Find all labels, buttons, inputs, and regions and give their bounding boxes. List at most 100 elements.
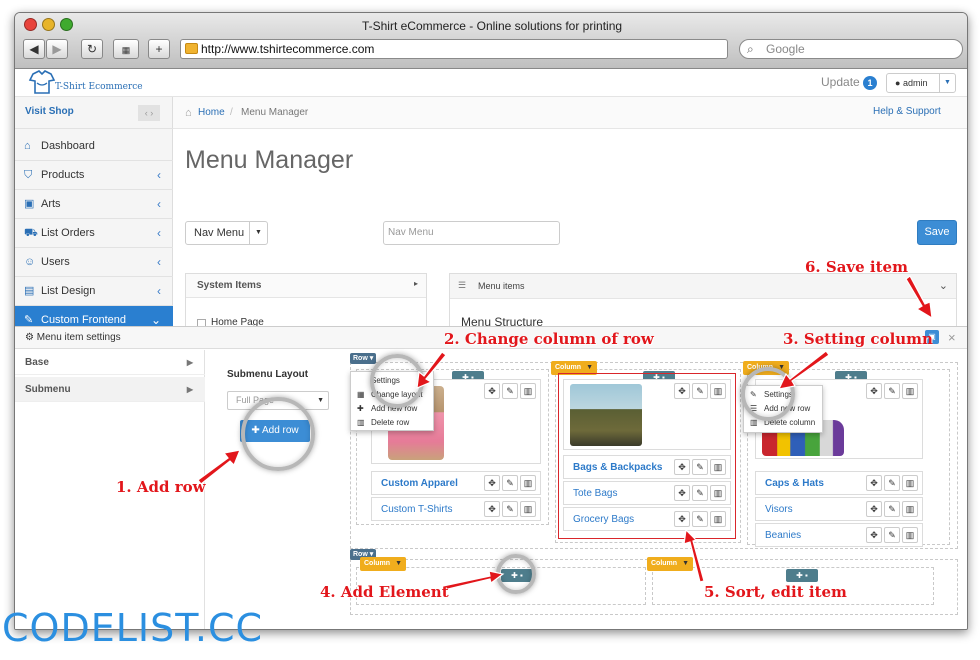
edit-icon[interactable]: ✎ (502, 383, 518, 399)
trash-icon[interactable]: ▥ (710, 511, 726, 527)
move-icon[interactable]: ✥ (484, 475, 500, 491)
users-icon: ☺ (24, 256, 36, 268)
menu-name-input[interactable]: Nav Menu (383, 221, 560, 245)
sidebar-collapse-toggle[interactable]: ‹ › (138, 105, 160, 121)
move-icon[interactable]: ✥ (484, 501, 500, 517)
update-link[interactable]: Update 1 (821, 75, 878, 90)
page-title: Menu Manager (185, 146, 354, 174)
menu-items-header[interactable]: ☰ Menu items ⌄ (450, 274, 956, 299)
column-label: Column (555, 364, 582, 371)
sidebar-item-products[interactable]: ⛉ Products ‹ (15, 161, 173, 190)
move-icon[interactable]: ✥ (674, 459, 690, 475)
user-icon: ● (895, 78, 901, 88)
edit-icon[interactable]: ✎ (884, 527, 900, 543)
highlight-circle (496, 554, 536, 594)
user-menu-button[interactable]: ● admin ▼ (886, 73, 956, 93)
help-support-link[interactable]: Help & Support (873, 106, 941, 117)
save-menu-button[interactable]: Save (917, 220, 957, 245)
user-name: admin (902, 78, 928, 88)
caret-down-icon: ▼ (682, 560, 689, 567)
list-item[interactable]: Grocery Bags ✥ ✎ ▥ (563, 507, 731, 531)
sidebar-item-list-orders[interactable]: ⛟ List Orders ‹ (15, 219, 173, 248)
item-tools: ✥ ✎ ▥ (672, 485, 726, 501)
caret-down-icon: ▼ (395, 560, 402, 567)
move-icon[interactable]: ✥ (674, 511, 690, 527)
trash-icon[interactable]: ▥ (520, 383, 536, 399)
annotation-add-element: 4. Add Element (320, 583, 449, 601)
back-button[interactable]: ◀ (23, 39, 45, 59)
item-label: Custom T-Shirts (381, 504, 453, 515)
list-item[interactable]: Tote Bags ✥ ✎ ▥ (563, 481, 731, 505)
list-item[interactable]: Caps & Hats ✥ ✎ ▥ (755, 471, 923, 495)
bookmarks-button[interactable]: ▦ (113, 39, 139, 59)
browser-titlebar: T-Shirt eCommerce - Online solutions for… (15, 13, 967, 69)
move-icon[interactable]: ✥ (866, 527, 882, 543)
sidebar-item-list-design[interactable]: ▤ List Design ‹ (15, 277, 173, 306)
trash-icon[interactable]: ▥ (902, 475, 918, 491)
trash-icon[interactable]: ▥ (710, 459, 726, 475)
trash-icon[interactable]: ▥ (520, 501, 536, 517)
trash-icon[interactable]: ▥ (710, 383, 726, 399)
list-item[interactable]: Bags & Backpacks ✥ ✎ ▥ (563, 455, 731, 479)
new-tab-button[interactable]: + (148, 39, 170, 59)
section-base[interactable]: Base ▶ (15, 350, 205, 375)
sidebar-item-users[interactable]: ☺ Users ‹ (15, 248, 173, 277)
edit-icon[interactable]: ✎ (884, 383, 900, 399)
sidebar-item-arts[interactable]: ▣ Arts ‹ (15, 190, 173, 219)
close-modal-button[interactable]: × (948, 327, 956, 348)
sidebar-item-dashboard[interactable]: ⌂ Dashboard (15, 132, 173, 161)
trash-icon[interactable]: ▥ (520, 475, 536, 491)
highlight-circle (741, 367, 795, 421)
list-icon: ☰ (458, 280, 467, 290)
edit-icon[interactable]: ✎ (692, 511, 708, 527)
row-2-column-1-label[interactable]: Column ▼ (360, 557, 406, 571)
sidebar-item-label: List Orders (41, 227, 95, 239)
move-icon[interactable]: ✥ (674, 485, 690, 501)
breadcrumb-separator: / (230, 107, 233, 118)
section-submenu[interactable]: Submenu ▶ (15, 377, 205, 402)
edit-icon[interactable]: ✎ (692, 383, 708, 399)
list-item[interactable]: Custom Apparel ✥ ✎ ▥ (371, 471, 541, 495)
browser-search-field[interactable]: ⌕ Google (739, 39, 963, 59)
trash-icon[interactable]: ▥ (902, 527, 918, 543)
row-2-column-2-label[interactable]: Column ▼ (647, 557, 693, 571)
trash-icon[interactable]: ▥ (902, 383, 918, 399)
reload-button[interactable]: ↻ (81, 39, 103, 59)
address-bar[interactable]: http://www.tshirtecommerce.com (180, 39, 728, 59)
breadcrumb-home[interactable]: Home (198, 107, 225, 118)
edit-icon[interactable]: ✎ (884, 501, 900, 517)
visit-shop-link[interactable]: Visit Shop (25, 106, 74, 117)
forward-button[interactable]: ▶ (46, 39, 68, 59)
system-items-title[interactable]: System Items (186, 274, 426, 298)
edit-icon[interactable]: ✎ (884, 475, 900, 491)
row-1-label[interactable]: Row ▾ (350, 353, 377, 364)
menu-item-delete-row[interactable]: ▥ Delete row (351, 416, 433, 430)
list-item[interactable]: Beanies ✥ ✎ ▥ (755, 523, 923, 547)
trash-icon: ▪ (805, 571, 808, 580)
edit-icon[interactable]: ✎ (502, 475, 518, 491)
move-icon[interactable]: ✥ (866, 475, 882, 491)
item-tools: ✥ ✎ ▥ (864, 501, 918, 517)
folder-icon (185, 43, 198, 54)
list-item[interactable]: Visors ✥ ✎ ▥ (755, 497, 923, 521)
watermark: CODELIST.CC (2, 606, 264, 650)
move-icon[interactable]: ✥ (484, 383, 500, 399)
edit-icon[interactable]: ✎ (502, 501, 518, 517)
item-label: Grocery Bags (573, 514, 635, 525)
row-2-column-2-add-bar[interactable]: ✚ ▪ (786, 569, 818, 582)
close-icon: × (948, 330, 956, 345)
move-icon[interactable]: ✥ (866, 383, 882, 399)
chevron-down-icon: ⌄ (938, 280, 948, 292)
list-item[interactable]: Custom T-Shirts ✥ ✎ ▥ (371, 497, 541, 521)
bags-photo (570, 384, 642, 446)
edit-icon[interactable]: ✎ (692, 485, 708, 501)
trash-icon[interactable]: ▥ (710, 485, 726, 501)
edit-icon[interactable]: ✎ (692, 459, 708, 475)
trash-icon[interactable]: ▥ (902, 501, 918, 517)
search-icon: ⌕ (747, 42, 754, 56)
item-tools: ✥ ✎ ▥ (864, 383, 918, 399)
menu-select[interactable]: Nav Menu ▼ (185, 221, 268, 245)
move-icon[interactable]: ✥ (866, 501, 882, 517)
move-icon[interactable]: ✥ (674, 383, 690, 399)
bags-image-item[interactable]: ✥ ✎ ▥ (563, 379, 731, 450)
